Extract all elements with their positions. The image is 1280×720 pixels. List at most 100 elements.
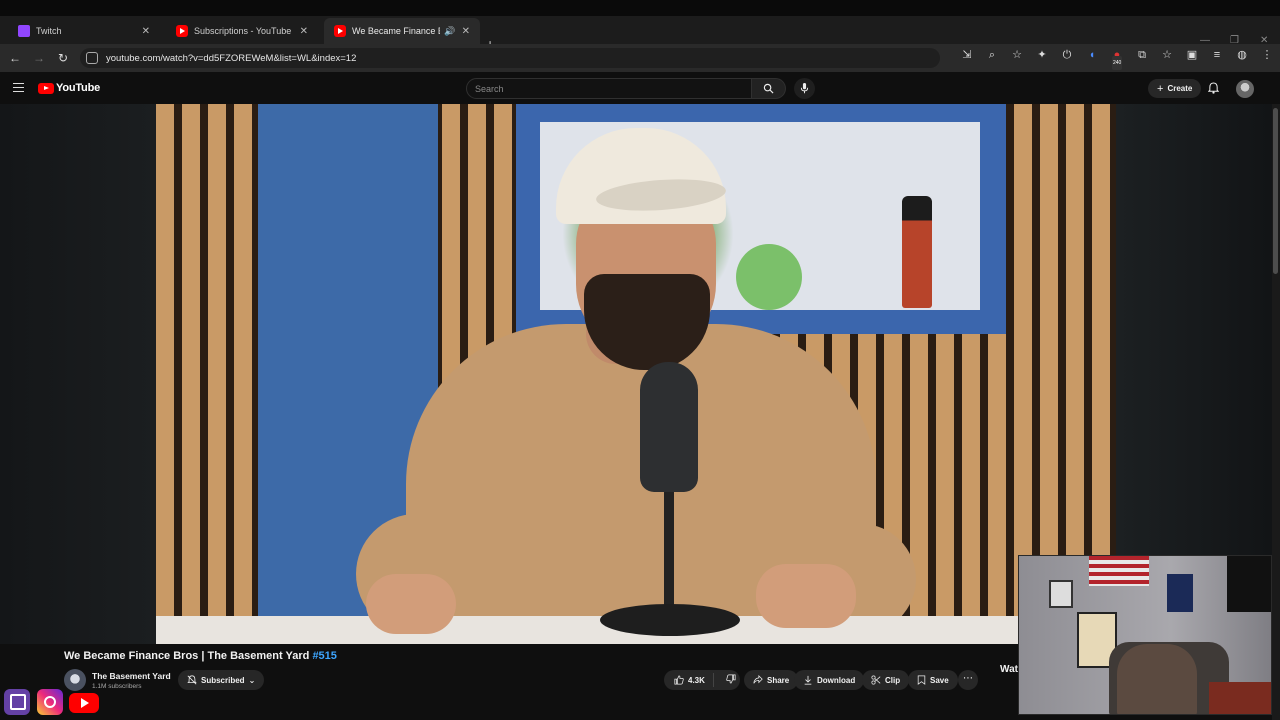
like-count: 4.3K (688, 675, 705, 685)
dislike-button[interactable] (718, 674, 744, 686)
close-icon[interactable]: ✕ (142, 26, 150, 37)
clip-button[interactable]: Clip (862, 670, 910, 690)
ambient-left (0, 104, 156, 644)
youtube-logo[interactable]: YouTube (38, 82, 100, 94)
webcam-picture-frame (1049, 580, 1073, 608)
audio-extension-icon[interactable]: ◖ (1085, 48, 1099, 62)
video-frame[interactable] (156, 104, 1116, 644)
youtube-header: YouTube + Create (0, 72, 1280, 104)
window-top-strip (0, 0, 1280, 16)
green-tin (736, 244, 802, 310)
instagram-icon (37, 689, 63, 715)
like-button[interactable]: 4.3K (664, 673, 714, 687)
logo-text: YouTube (56, 82, 101, 94)
search-button[interactable] (752, 78, 786, 99)
install-app-icon[interactable]: ⇲ (960, 48, 974, 62)
bookmark-star-icon[interactable]: ☆ (1010, 48, 1024, 62)
channel-avatar[interactable] (64, 669, 86, 691)
tab-label: Twitch (36, 26, 62, 36)
microphone-icon (800, 83, 809, 94)
close-icon[interactable]: ✕ (300, 26, 308, 37)
video-title-text: We Became Finance Bros | The Basement Ya… (64, 650, 313, 662)
share-label: Share (767, 675, 790, 685)
more-horizontal-icon: ⋯ (963, 673, 973, 684)
tab-current-video[interactable]: We Became Finance Bros | T 🔊 ✕ (324, 18, 480, 44)
video-title: We Became Finance Bros | The Basement Ya… (64, 650, 337, 662)
bookmarks-icon[interactable]: ☆ (1160, 48, 1174, 62)
hot-sauce-bottle (902, 196, 932, 308)
up-next-heading: Wat (1000, 664, 1018, 675)
webcam-flag (1089, 556, 1149, 586)
tab-label: Subscriptions - YouTube (194, 26, 292, 36)
create-label: Create (1167, 84, 1193, 93)
speaker-icon[interactable]: 🔊 (444, 26, 455, 37)
webcam-monitor (1227, 556, 1271, 612)
voice-search-button[interactable] (794, 78, 815, 99)
extension-icon[interactable]: ✦ (1035, 48, 1049, 62)
host-hand-right (756, 564, 856, 628)
url-text: youtube.com/watch?v=dd5FZOREWeM&list=WL&… (106, 52, 357, 64)
tab-subscriptions[interactable]: Subscriptions - YouTube ✕ (166, 18, 318, 44)
plus-icon: + (1157, 82, 1164, 95)
search-icon (763, 83, 774, 94)
search-input[interactable] (466, 78, 752, 99)
share-icon (753, 675, 763, 684)
reload-icon[interactable]: ↻ (51, 51, 75, 65)
webcam-poster-blue (1167, 574, 1193, 612)
account-avatar[interactable] (1236, 80, 1254, 98)
toolbar-extensions: ⇲ ⌕ ☆ ✦ ⏻ ◖ ● ⧉ ☆ ▣ ≡ ◍ ⋮ (960, 48, 1274, 70)
side-panel-icon[interactable]: ▣ (1185, 48, 1199, 62)
clip-label: Clip (885, 675, 901, 685)
tab-twitch[interactable]: Twitch ✕ (8, 18, 160, 44)
share-button[interactable]: Share (744, 670, 799, 690)
close-icon[interactable]: ✕ (462, 26, 470, 37)
zoom-icon[interactable]: ⌕ (985, 48, 999, 62)
save-label: Save (930, 675, 949, 685)
more-actions-button[interactable]: ⋯ (958, 670, 978, 690)
host-hand-left (366, 574, 456, 634)
puzzle-icon[interactable]: ⧉ (1135, 48, 1149, 62)
profile-avatar-icon[interactable]: ◍ (1235, 48, 1249, 62)
bell-muted-icon (187, 675, 197, 685)
download-label: Download (817, 675, 856, 685)
tab-bar: Twitch ✕ Subscriptions - YouTube ✕ We Be… (0, 16, 1280, 52)
badge-extension-icon[interactable]: ● (1110, 48, 1124, 70)
podcast-mic (640, 362, 698, 492)
menu-icon[interactable] (13, 83, 24, 92)
save-button[interactable]: Save (908, 670, 958, 690)
browser-menu-icon[interactable]: ⋮ (1260, 48, 1274, 62)
youtube-favicon-icon (176, 25, 188, 37)
subscribed-label: Subscribed (201, 675, 245, 685)
video-hashtag-link[interactable]: #515 (312, 650, 336, 662)
chevron-down-icon: ⌄ (248, 675, 256, 685)
subscribed-button[interactable]: Subscribed ⌄ (178, 670, 265, 690)
media-controls-icon[interactable]: ≡ (1210, 48, 1224, 62)
scissors-icon (871, 675, 881, 685)
forward-icon[interactable]: → (27, 51, 51, 65)
notifications-bell-icon[interactable] (1207, 82, 1220, 97)
site-info-icon[interactable] (86, 52, 98, 64)
power-icon[interactable]: ⏻ (1060, 48, 1074, 62)
mic-stand (664, 484, 674, 614)
youtube-icon (69, 693, 99, 713)
streamer-webcam (1018, 555, 1272, 715)
youtube-play-icon (38, 82, 54, 94)
bookmark-icon (917, 675, 926, 685)
twitch-icon (4, 689, 30, 715)
channel-name[interactable]: The Basement Yard (92, 671, 171, 681)
back-icon[interactable]: ← (3, 51, 27, 65)
thumbs-up-icon (674, 675, 684, 685)
url-field[interactable]: youtube.com/watch?v=dd5FZOREWeM&list=WL&… (80, 48, 940, 68)
create-button[interactable]: + Create (1148, 79, 1202, 98)
tab-label: We Became Finance Bros | T (352, 26, 440, 36)
youtube-favicon-icon (334, 25, 346, 37)
thumbs-down-icon (726, 674, 736, 684)
mic-base (600, 604, 740, 636)
address-bar-row: ← → ↻ youtube.com/watch?v=dd5FZOREWeM&li… (0, 44, 1280, 72)
webcam-streamer (1117, 644, 1197, 714)
scrollbar-thumb[interactable] (1273, 108, 1278, 274)
like-dislike-group: 4.3K (664, 670, 740, 690)
download-button[interactable]: Download (794, 670, 865, 690)
subscriber-count: 1.1M subscribers (92, 683, 142, 690)
twitch-favicon-icon (18, 25, 30, 37)
